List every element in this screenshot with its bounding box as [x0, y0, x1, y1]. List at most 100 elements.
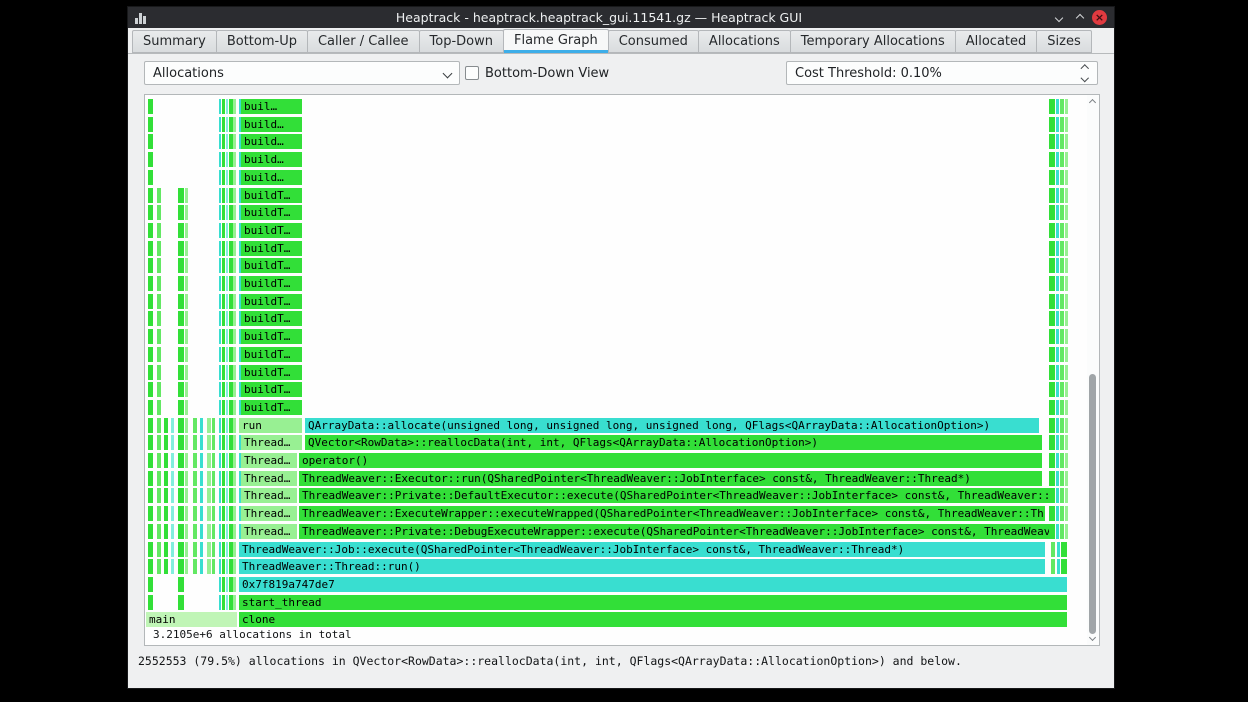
flame-strip[interactable]	[1056, 99, 1059, 114]
flame-strip[interactable]	[164, 541, 168, 557]
flame-strip[interactable]	[178, 399, 184, 415]
flame-strip[interactable]	[178, 276, 184, 291]
flame-strip[interactable]	[233, 205, 236, 221]
flame-strip[interactable]	[1056, 506, 1059, 522]
flame-strip[interactable]	[222, 470, 225, 486]
flame-strip[interactable]	[219, 435, 221, 451]
flame-strip[interactable]	[178, 329, 184, 345]
flame-strip[interactable]	[1056, 399, 1059, 415]
flame-strip[interactable]	[1056, 417, 1059, 433]
flame-strip[interactable]	[178, 523, 184, 539]
flame-strip[interactable]	[148, 541, 153, 557]
flame-strip[interactable]	[185, 541, 188, 557]
flame-strip[interactable]	[1051, 559, 1055, 575]
flame-strip[interactable]	[157, 222, 161, 238]
flame-strip[interactable]	[1049, 116, 1055, 132]
flame-strip[interactable]	[226, 152, 228, 168]
flame-strip[interactable]	[226, 293, 228, 309]
flame-strip[interactable]	[219, 417, 221, 433]
flame-strip[interactable]	[1049, 417, 1055, 433]
flame-strip[interactable]	[200, 506, 203, 522]
flame-strip[interactable]	[193, 435, 197, 451]
flame-strip[interactable]	[222, 594, 225, 610]
flame-strip[interactable]	[207, 488, 211, 504]
flame-strip[interactable]	[171, 417, 174, 433]
flame-strip[interactable]	[1049, 506, 1055, 522]
flame-strip[interactable]	[219, 523, 221, 539]
flame-strip[interactable]	[185, 346, 188, 362]
flame-strip[interactable]	[1049, 293, 1055, 309]
flame-strip[interactable]	[1049, 222, 1055, 238]
flame-strip[interactable]	[178, 453, 184, 468]
flame-strip[interactable]	[233, 187, 236, 203]
flame-strip[interactable]	[222, 187, 225, 203]
flame-strip[interactable]	[1049, 329, 1055, 345]
flame-strip[interactable]	[226, 116, 228, 132]
flame-strip[interactable]	[148, 488, 153, 504]
flame-strip[interactable]	[148, 364, 153, 380]
flame-strip[interactable]	[157, 382, 161, 398]
flame-strip[interactable]	[207, 470, 211, 486]
flame-strip[interactable]	[178, 559, 184, 575]
flame-strip[interactable]	[1049, 364, 1055, 380]
flame-strip[interactable]	[1049, 152, 1055, 168]
flame-strip[interactable]	[185, 453, 188, 468]
flame-strip[interactable]	[233, 222, 236, 238]
flame-strip[interactable]	[148, 152, 153, 168]
flame-strip[interactable]	[1060, 169, 1064, 185]
flame-strip[interactable]	[219, 470, 221, 486]
flame-bar[interactable]: buildT…	[241, 329, 302, 345]
flame-strip[interactable]	[185, 293, 188, 309]
flame-strip[interactable]	[1060, 346, 1064, 362]
flame-bar[interactable]: buildT…	[241, 399, 302, 415]
flame-strip[interactable]	[1060, 240, 1064, 256]
tab-allocations[interactable]: Allocations	[697, 30, 791, 53]
flame-strip[interactable]	[212, 559, 215, 575]
flame-strip[interactable]	[1060, 293, 1064, 309]
flame-strip[interactable]	[178, 258, 184, 274]
flame-strip[interactable]	[178, 205, 184, 221]
flame-strip[interactable]	[157, 435, 161, 451]
flame-bar[interactable]: ThreadWeaver::Executor::run(QSharedPoint…	[299, 470, 1042, 486]
flame-strip[interactable]	[1056, 134, 1059, 150]
flame-strip[interactable]	[222, 240, 225, 256]
flame-strip[interactable]	[219, 152, 221, 168]
flame-strip[interactable]	[222, 506, 225, 522]
flame-strip[interactable]	[222, 205, 225, 221]
flame-strip[interactable]	[226, 187, 228, 203]
flame-strip[interactable]	[157, 187, 161, 203]
flame-strip[interactable]	[233, 541, 236, 557]
flame-strip[interactable]	[148, 470, 153, 486]
flame-strip[interactable]	[200, 523, 203, 539]
flame-strip[interactable]	[178, 541, 184, 557]
flame-strip[interactable]	[178, 382, 184, 398]
flame-strip[interactable]	[219, 506, 221, 522]
flame-strip[interactable]	[185, 205, 188, 221]
flame-strip[interactable]	[1065, 134, 1068, 150]
flame-strip[interactable]	[207, 541, 211, 557]
flame-bar[interactable]: QVector<RowData>::reallocData(int, int, …	[305, 435, 1042, 451]
flame-strip[interactable]	[1065, 488, 1068, 504]
title-bar[interactable]: Heaptrack - heaptrack.heaptrack_gui.1154…	[128, 7, 1114, 28]
flame-strip[interactable]	[1060, 488, 1064, 504]
flame-strip[interactable]	[148, 559, 153, 575]
flame-strip[interactable]	[1060, 417, 1064, 433]
flame-bar[interactable]: ThreadWeaver::Private::DebugExecuteWrapp…	[299, 523, 1049, 539]
flame-strip[interactable]	[233, 240, 236, 256]
flame-strip[interactable]	[148, 222, 153, 238]
flame-strip[interactable]	[233, 399, 236, 415]
flame-strip[interactable]	[226, 523, 228, 539]
flame-strip[interactable]	[171, 559, 174, 575]
flame-strip[interactable]	[212, 488, 215, 504]
flame-strip[interactable]	[185, 488, 188, 504]
flame-bar[interactable]: buil…	[241, 99, 302, 114]
flame-strip[interactable]	[193, 541, 197, 557]
flame-strip[interactable]	[148, 169, 153, 185]
flame-strip[interactable]	[148, 346, 153, 362]
flame-strip[interactable]	[1049, 488, 1055, 504]
flame-strip[interactable]	[157, 399, 161, 415]
flame-strip[interactable]	[219, 488, 221, 504]
flame-strip[interactable]	[200, 488, 203, 504]
flame-strip[interactable]	[185, 240, 188, 256]
flame-strip[interactable]	[222, 382, 225, 398]
